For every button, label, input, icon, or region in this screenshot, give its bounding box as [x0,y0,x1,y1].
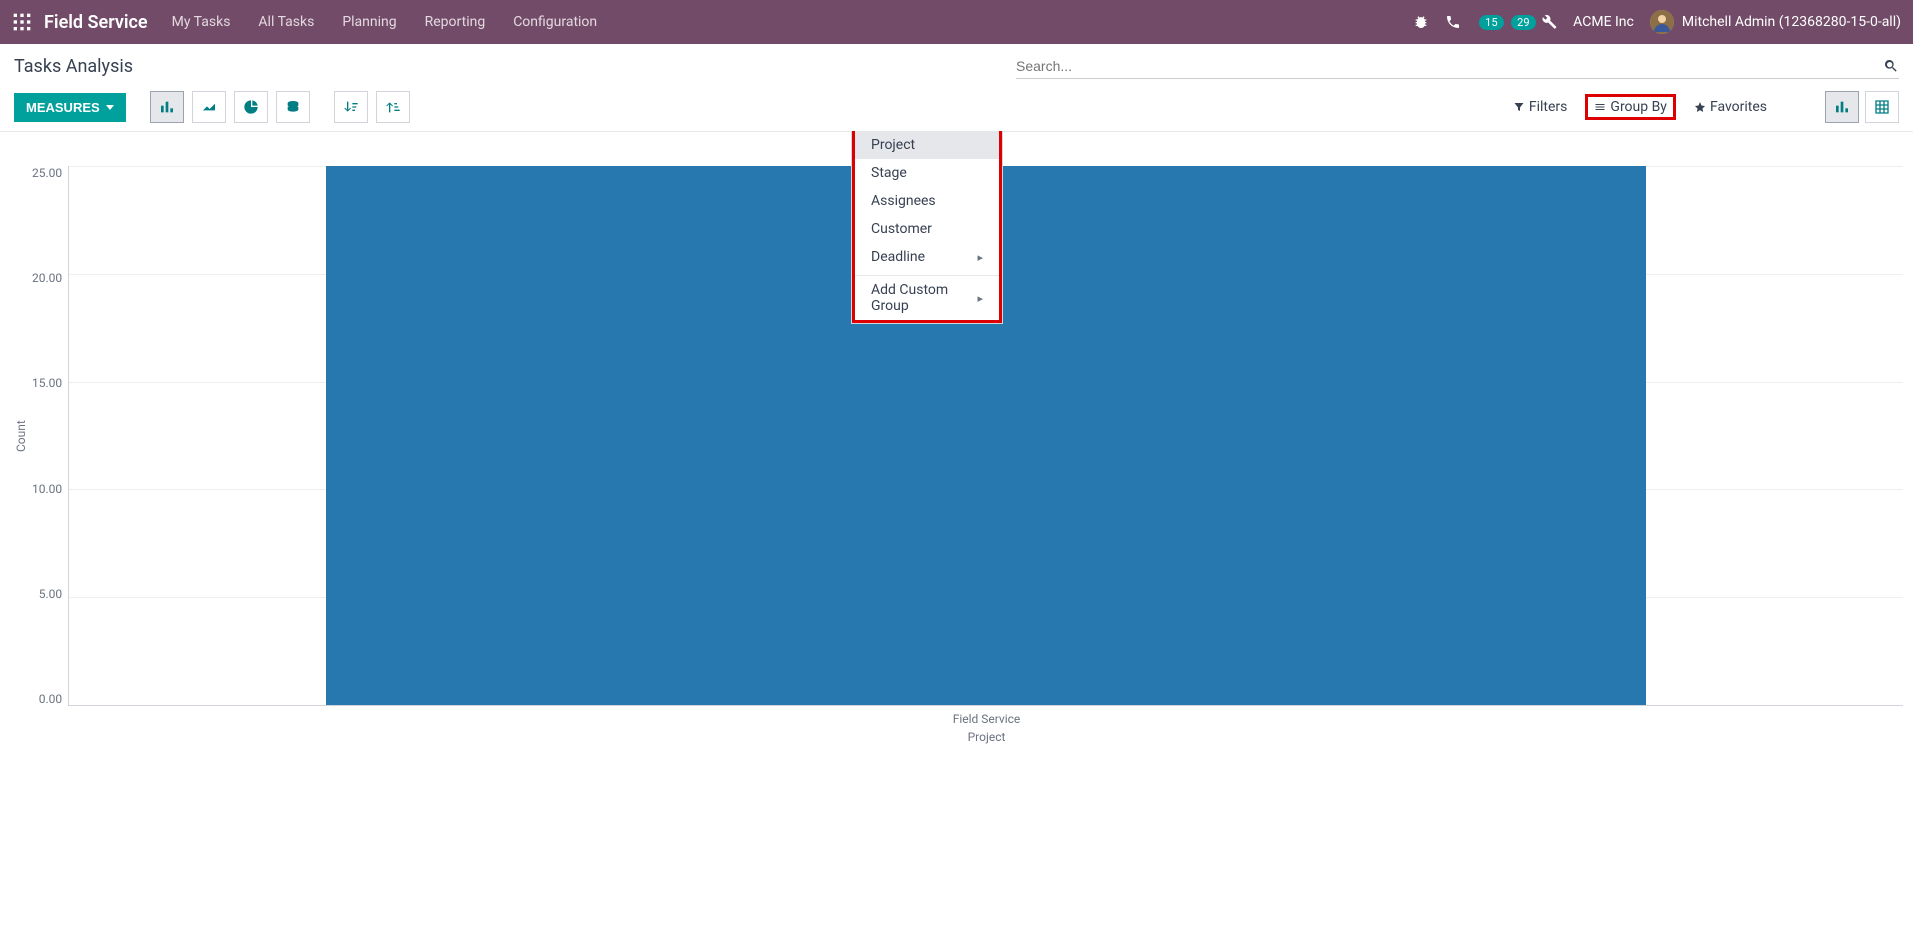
filters-label: Filters [1529,99,1568,115]
messages-badge: 15 [1479,15,1503,30]
stacked-button[interactable] [276,91,310,123]
measures-label: MEASURES [26,100,100,115]
ytick: 15.00 [32,376,62,390]
x-axis: Field Service Project [70,712,1903,744]
nav-item-mytasks[interactable]: My Tasks [172,14,231,30]
company-selector[interactable]: ACME Inc [1573,14,1634,30]
search-icon[interactable] [1883,58,1899,74]
search-box[interactable] [1016,54,1899,79]
pivot-view-button[interactable] [1865,91,1899,123]
nav-item-planning[interactable]: Planning [342,14,396,30]
chevron-right-icon: ▸ [977,292,983,305]
wrench-icon[interactable] [1541,14,1557,30]
dropdown-item-stage[interactable]: Stage [855,159,999,187]
bug-icon[interactable] [1413,14,1429,30]
groupby-dropdown: Project Stage Assignees Customer Deadlin… [851,131,1003,324]
filters-button[interactable]: Filters [1507,95,1574,119]
dropdown-item-project[interactable]: Project [855,131,999,159]
clock-icon[interactable]: 29 [1509,14,1525,30]
ytick: 10.00 [32,482,62,496]
nav-item-reporting[interactable]: Reporting [425,14,486,30]
apps-icon[interactable] [12,12,32,32]
nav-right: 15 29 ACME Inc Mitchell Admin (12368280-… [1413,10,1901,34]
sort-asc-button[interactable] [376,91,410,123]
funnel-icon [1513,101,1525,113]
y-axis-label: Count [10,166,32,706]
ytick: 25.00 [32,166,62,180]
favorites-button[interactable]: Favorites [1688,95,1773,119]
x-axis-label: Project [70,730,1903,744]
measures-button[interactable]: MEASURES [14,93,126,122]
groupby-button[interactable]: Group By [1585,94,1676,120]
dropdown-item-addcustom[interactable]: Add Custom Group▸ [855,276,999,320]
favorites-label: Favorites [1710,99,1767,115]
bar-chart-button[interactable] [150,91,184,123]
list-icon [1594,101,1606,113]
nav-item-alltasks[interactable]: All Tasks [258,14,314,30]
user-menu[interactable]: Mitchell Admin (12368280-15-0-all) [1650,10,1901,34]
graph-view-button[interactable] [1825,91,1859,123]
star-icon [1694,101,1706,113]
search-input[interactable] [1016,58,1883,74]
dropdown-item-assignees[interactable]: Assignees [855,187,999,215]
caret-down-icon [106,105,114,110]
chevron-right-icon: ▸ [977,251,983,264]
page-title: Tasks Analysis [14,56,133,77]
ytick: 20.00 [32,271,62,285]
navbar: Field Service My Tasks All Tasks Plannin… [0,0,1913,44]
x-tick-label: Field Service [70,712,1903,726]
brand[interactable]: Field Service [44,12,148,33]
ytick: 5.00 [39,587,62,601]
username: Mitchell Admin (12368280-15-0-all) [1682,14,1901,30]
sort-desc-button[interactable] [334,91,368,123]
dropdown-item-customer[interactable]: Customer [855,215,999,243]
avatar [1650,10,1674,34]
chat-icon[interactable]: 15 [1477,14,1493,30]
ytick: 0.00 [39,692,62,706]
activities-badge: 29 [1511,15,1535,30]
groupby-label: Group By [1610,99,1667,115]
toolbar-row: MEASURES Filters Group By Favorites [0,83,1913,132]
line-chart-button[interactable] [192,91,226,123]
phone-icon[interactable] [1445,14,1461,30]
title-row: Tasks Analysis [0,44,1913,83]
pie-chart-button[interactable] [234,91,268,123]
nav-menu: My Tasks All Tasks Planning Reporting Co… [172,14,1414,30]
y-axis-ticks: 25.00 20.00 15.00 10.00 5.00 0.00 [32,166,68,706]
dropdown-item-deadline[interactable]: Deadline▸ [855,243,999,271]
nav-item-configuration[interactable]: Configuration [513,14,597,30]
